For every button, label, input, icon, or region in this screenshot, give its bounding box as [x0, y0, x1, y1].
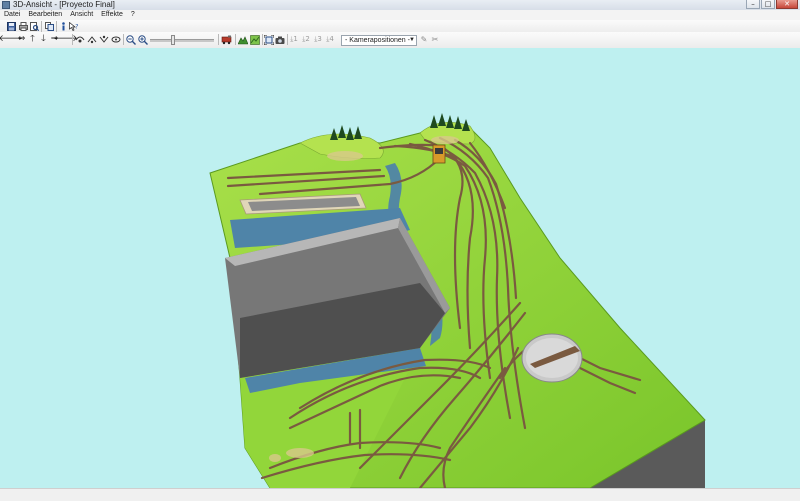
- zoom-slider[interactable]: [150, 34, 214, 46]
- toolbar-separator: [287, 34, 288, 45]
- close-icon[interactable]: ✕: [776, 0, 798, 9]
- toolbar-separator: [56, 21, 57, 32]
- 3d-viewport[interactable]: [0, 48, 800, 488]
- fit-to-window-icon[interactable]: [264, 34, 274, 45]
- turntable: [521, 333, 583, 383]
- landscape-texture-icon[interactable]: [250, 34, 260, 45]
- terrain-icon[interactable]: [238, 34, 248, 45]
- menu-bearbeiten[interactable]: Bearbeiten: [24, 10, 66, 20]
- toolbar-separator: [41, 21, 42, 32]
- camera-position-3-icon[interactable]: ⤓3: [313, 34, 323, 45]
- zoom-slider-thumb[interactable]: [171, 35, 175, 45]
- zoom-slider-track: [150, 39, 214, 42]
- move-left-right-icon[interactable]: ⇔: [17, 34, 26, 45]
- rotate-view-icon[interactable]: [75, 34, 85, 45]
- toolbar-separator: [218, 34, 219, 45]
- save-camera-position-icon[interactable]: ✎: [419, 34, 429, 45]
- toolbar-view: 🡐 ⇔ 🡑 🡓 ⇒ 🡒 ⤓1 ⤓2 ⤓3 ⤓4 - Kameraposition…: [0, 32, 800, 49]
- camera-icon[interactable]: [275, 34, 285, 45]
- delete-camera-position-icon[interactable]: ✂: [430, 34, 440, 45]
- menu-datei[interactable]: Datei: [0, 10, 24, 20]
- context-help-icon[interactable]: ?: [69, 21, 79, 32]
- tilt-up-icon[interactable]: [87, 34, 97, 45]
- camera-positions-value: - Kamerapositionen -: [345, 37, 410, 44]
- app-icon: [2, 1, 10, 9]
- toolbar-separator: [235, 34, 236, 45]
- minimize-icon[interactable]: –: [746, 0, 760, 9]
- locomotive-model: [432, 144, 446, 164]
- maximize-icon[interactable]: □: [761, 0, 775, 9]
- window-controls: – □ ✕: [746, 0, 798, 10]
- copy-icon[interactable]: [44, 21, 54, 32]
- move-up-icon[interactable]: 🡑: [28, 34, 37, 45]
- tilt-down-icon[interactable]: [99, 34, 109, 45]
- menu-effekte[interactable]: Effekte: [97, 10, 127, 20]
- toolbar-separator: [123, 34, 124, 45]
- toolbar-separator: [262, 34, 263, 45]
- print-preview-icon[interactable]: [29, 21, 39, 32]
- move-left-icon[interactable]: 🡐: [0, 34, 23, 45]
- chevron-down-icon: ▼: [409, 37, 415, 43]
- camera-positions-dropdown[interactable]: - Kamerapositionen - ▼: [341, 35, 417, 46]
- save-icon[interactable]: [6, 21, 16, 32]
- zoom-out-icon[interactable]: [126, 34, 136, 45]
- move-down-icon[interactable]: 🡓: [39, 34, 48, 45]
- layout-scene[interactable]: [0, 48, 800, 488]
- svg-text:?: ?: [75, 24, 78, 31]
- camera-position-4-icon[interactable]: ⤓4: [325, 34, 335, 45]
- status-bar: [0, 488, 800, 501]
- zoom-in-icon[interactable]: [138, 34, 148, 45]
- print-icon[interactable]: [18, 21, 28, 32]
- window-title: 3D-Ansicht - [Proyecto Final]: [13, 0, 115, 9]
- camera-position-2-icon[interactable]: ⤓2: [301, 34, 311, 45]
- camera-position-1-icon[interactable]: ⤓1: [289, 34, 299, 45]
- move-right-icon[interactable]: 🡒: [53, 34, 77, 45]
- orbit-icon[interactable]: [111, 34, 121, 45]
- toolbar-separator: [72, 34, 73, 45]
- train-icon[interactable]: [221, 34, 233, 45]
- menu-help[interactable]: ?: [127, 10, 139, 20]
- menu-ansicht[interactable]: Ansicht: [66, 10, 97, 20]
- info-icon[interactable]: [59, 21, 67, 32]
